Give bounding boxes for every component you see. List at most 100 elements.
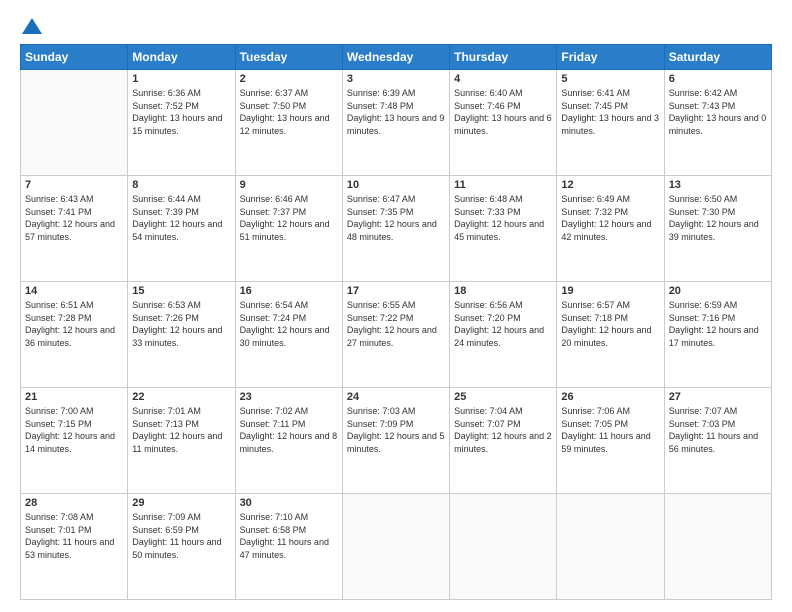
day-info: Sunrise: 6:37 AMSunset: 7:50 PMDaylight:…	[240, 87, 338, 137]
day-number: 26	[561, 391, 659, 403]
logo	[20, 18, 42, 36]
header-row: SundayMondayTuesdayWednesdayThursdayFrid…	[21, 45, 772, 70]
day-info: Sunrise: 6:40 AMSunset: 7:46 PMDaylight:…	[454, 87, 552, 137]
day-number: 14	[25, 285, 123, 297]
calendar-cell: 29 Sunrise: 7:09 AMSunset: 6:59 PMDayligh…	[128, 494, 235, 600]
day-info: Sunrise: 7:07 AMSunset: 7:03 PMDaylight:…	[669, 405, 767, 455]
day-number: 8	[132, 179, 230, 191]
day-number: 5	[561, 73, 659, 85]
calendar-week-row: 21 Sunrise: 7:00 AMSunset: 7:15 PMDayligh…	[21, 388, 772, 494]
day-number: 23	[240, 391, 338, 403]
day-info: Sunrise: 6:49 AMSunset: 7:32 PMDaylight:…	[561, 193, 659, 243]
calendar-cell: 7Sunrise: 6:43 AMSunset: 7:41 PMDaylight…	[21, 176, 128, 282]
calendar-cell: 21 Sunrise: 7:00 AMSunset: 7:15 PMDayligh…	[21, 388, 128, 494]
day-number: 13	[669, 179, 767, 191]
weekday-header: Monday	[128, 45, 235, 70]
day-number: 21	[25, 391, 123, 403]
day-info: Sunrise: 6:47 AMSunset: 7:35 PMDaylight:…	[347, 193, 445, 243]
day-info: Sunrise: 7:10 AMSunset: 6:58 PMDaylight:…	[240, 511, 338, 561]
calendar-cell: 28 Sunrise: 7:08 AMSunset: 7:01 PMDayligh…	[21, 494, 128, 600]
calendar-week-row: 28 Sunrise: 7:08 AMSunset: 7:01 PMDayligh…	[21, 494, 772, 600]
calendar-table: SundayMondayTuesdayWednesdayThursdayFrid…	[20, 44, 772, 600]
weekday-header: Wednesday	[342, 45, 449, 70]
calendar-week-row: 7Sunrise: 6:43 AMSunset: 7:41 PMDaylight…	[21, 176, 772, 282]
day-number: 27	[669, 391, 767, 403]
weekday-header: Friday	[557, 45, 664, 70]
calendar-cell: 2 Sunrise: 6:37 AMSunset: 7:50 PMDaylight…	[235, 70, 342, 176]
day-number: 30	[240, 497, 338, 509]
calendar-cell	[557, 494, 664, 600]
day-info: Sunrise: 6:56 AMSunset: 7:20 PMDaylight:…	[454, 299, 552, 349]
day-info: Sunrise: 6:42 AMSunset: 7:43 PMDaylight:…	[669, 87, 767, 137]
day-number: 28	[25, 497, 123, 509]
calendar-cell: 16Sunrise: 6:54 AMSunset: 7:24 PMDayligh…	[235, 282, 342, 388]
day-info: Sunrise: 6:57 AMSunset: 7:18 PMDaylight:…	[561, 299, 659, 349]
day-number: 12	[561, 179, 659, 191]
calendar-cell: 12 Sunrise: 6:49 AMSunset: 7:32 PMDayligh…	[557, 176, 664, 282]
page: SundayMondayTuesdayWednesdayThursdayFrid…	[0, 0, 792, 612]
day-number: 25	[454, 391, 552, 403]
day-info: Sunrise: 7:03 AMSunset: 7:09 PMDaylight:…	[347, 405, 445, 455]
weekday-header: Saturday	[664, 45, 771, 70]
day-info: Sunrise: 7:04 AMSunset: 7:07 PMDaylight:…	[454, 405, 552, 455]
day-number: 1	[132, 73, 230, 85]
calendar-cell: 6 Sunrise: 6:42 AMSunset: 7:43 PMDaylight…	[664, 70, 771, 176]
calendar-cell: 26Sunrise: 7:06 AMSunset: 7:05 PMDayligh…	[557, 388, 664, 494]
calendar-cell: 27 Sunrise: 7:07 AMSunset: 7:03 PMDayligh…	[664, 388, 771, 494]
day-number: 16	[240, 285, 338, 297]
day-number: 10	[347, 179, 445, 191]
day-number: 2	[240, 73, 338, 85]
day-info: Sunrise: 7:00 AMSunset: 7:15 PMDaylight:…	[25, 405, 123, 455]
calendar-week-row: 1 Sunrise: 6:36 AMSunset: 7:52 PMDaylight…	[21, 70, 772, 176]
day-info: Sunrise: 6:44 AMSunset: 7:39 PMDaylight:…	[132, 193, 230, 243]
day-number: 20	[669, 285, 767, 297]
calendar-cell: 20 Sunrise: 6:59 AMSunset: 7:16 PMDayligh…	[664, 282, 771, 388]
day-number: 9	[240, 179, 338, 191]
day-number: 6	[669, 73, 767, 85]
calendar-cell: 15 Sunrise: 6:53 AMSunset: 7:26 PMDayligh…	[128, 282, 235, 388]
day-info: Sunrise: 6:41 AMSunset: 7:45 PMDaylight:…	[561, 87, 659, 137]
calendar-cell: 19 Sunrise: 6:57 AMSunset: 7:18 PMDayligh…	[557, 282, 664, 388]
calendar-week-row: 14 Sunrise: 6:51 AMSunset: 7:28 PMDayligh…	[21, 282, 772, 388]
day-info: Sunrise: 6:46 AMSunset: 7:37 PMDaylight:…	[240, 193, 338, 243]
day-info: Sunrise: 6:55 AMSunset: 7:22 PMDaylight:…	[347, 299, 445, 349]
day-number: 11	[454, 179, 552, 191]
day-info: Sunrise: 6:53 AMSunset: 7:26 PMDaylight:…	[132, 299, 230, 349]
calendar-cell	[21, 70, 128, 176]
calendar-cell: 23 Sunrise: 7:02 AMSunset: 7:11 PMDayligh…	[235, 388, 342, 494]
day-info: Sunrise: 7:09 AMSunset: 6:59 PMDaylight:…	[132, 511, 230, 561]
day-number: 29	[132, 497, 230, 509]
day-number: 15	[132, 285, 230, 297]
header	[20, 18, 772, 36]
day-number: 22	[132, 391, 230, 403]
day-number: 17	[347, 285, 445, 297]
calendar-cell	[342, 494, 449, 600]
day-info: Sunrise: 6:36 AMSunset: 7:52 PMDaylight:…	[132, 87, 230, 137]
day-info: Sunrise: 6:59 AMSunset: 7:16 PMDaylight:…	[669, 299, 767, 349]
day-number: 18	[454, 285, 552, 297]
calendar-cell	[450, 494, 557, 600]
calendar-cell: 10 Sunrise: 6:47 AMSunset: 7:35 PMDayligh…	[342, 176, 449, 282]
calendar-cell: 1 Sunrise: 6:36 AMSunset: 7:52 PMDaylight…	[128, 70, 235, 176]
day-number: 3	[347, 73, 445, 85]
calendar-cell: 3 Sunrise: 6:39 AMSunset: 7:48 PMDaylight…	[342, 70, 449, 176]
calendar-cell: 9 Sunrise: 6:46 AMSunset: 7:37 PMDaylight…	[235, 176, 342, 282]
calendar-cell: 13 Sunrise: 6:50 AMSunset: 7:30 PMDayligh…	[664, 176, 771, 282]
calendar-cell	[664, 494, 771, 600]
calendar-cell: 18 Sunrise: 6:56 AMSunset: 7:20 PMDayligh…	[450, 282, 557, 388]
day-info: Sunrise: 6:43 AMSunset: 7:41 PMDaylight:…	[25, 193, 123, 243]
day-info: Sunrise: 7:01 AMSunset: 7:13 PMDaylight:…	[132, 405, 230, 455]
calendar-cell: 30 Sunrise: 7:10 AMSunset: 6:58 PMDayligh…	[235, 494, 342, 600]
day-info: Sunrise: 6:39 AMSunset: 7:48 PMDaylight:…	[347, 87, 445, 137]
day-info: Sunrise: 6:50 AMSunset: 7:30 PMDaylight:…	[669, 193, 767, 243]
weekday-header: Thursday	[450, 45, 557, 70]
calendar-cell: 17 Sunrise: 6:55 AMSunset: 7:22 PMDayligh…	[342, 282, 449, 388]
day-info: Sunrise: 6:51 AMSunset: 7:28 PMDaylight:…	[25, 299, 123, 349]
weekday-header: Sunday	[21, 45, 128, 70]
logo-triangle-icon	[22, 18, 42, 34]
calendar-cell: 4Sunrise: 6:40 AMSunset: 7:46 PMDaylight…	[450, 70, 557, 176]
calendar-cell: 14 Sunrise: 6:51 AMSunset: 7:28 PMDayligh…	[21, 282, 128, 388]
day-info: Sunrise: 7:08 AMSunset: 7:01 PMDaylight:…	[25, 511, 123, 561]
day-info: Sunrise: 7:02 AMSunset: 7:11 PMDaylight:…	[240, 405, 338, 455]
day-number: 19	[561, 285, 659, 297]
